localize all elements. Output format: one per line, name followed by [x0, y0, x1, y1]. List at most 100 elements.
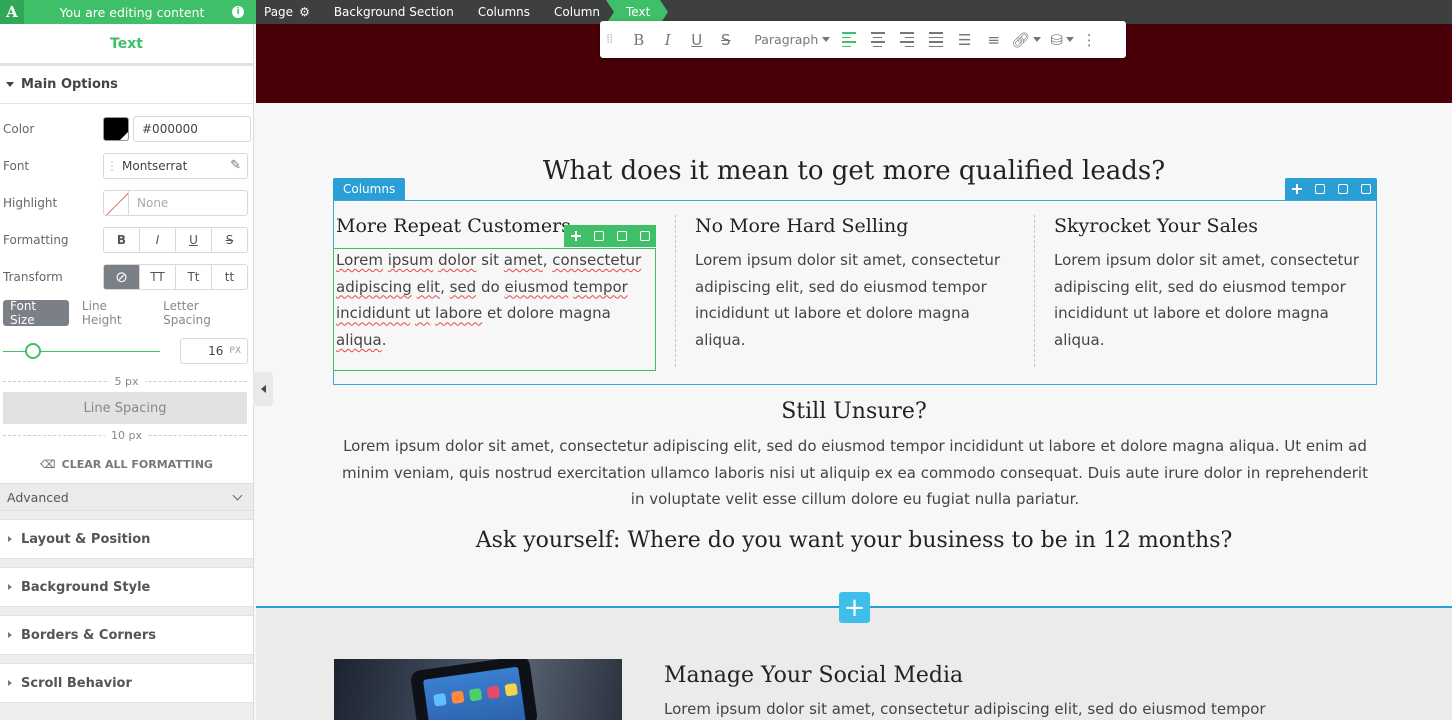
highlight-input[interactable]: None: [129, 189, 248, 216]
tab-letter-spacing[interactable]: Letter Spacing: [156, 299, 253, 327]
tab-font-size[interactable]: Font Size: [3, 299, 69, 327]
spacing-bottom[interactable]: 10 px: [0, 425, 253, 445]
italic-icon[interactable]: I: [653, 31, 682, 49]
formatting-label: Formatting: [3, 232, 69, 247]
info-icon[interactable]: i: [232, 6, 244, 18]
align-left-icon[interactable]: [834, 32, 863, 47]
underline-button[interactable]: U: [176, 227, 212, 252]
app-icon: [486, 685, 501, 700]
section-borders-corners[interactable]: Borders & Corners: [0, 615, 253, 655]
advanced-dropdown[interactable]: Advanced: [0, 483, 253, 511]
numbered-list-icon[interactable]: ≡: [979, 31, 1008, 49]
breadcrumb-columns[interactable]: Columns: [462, 0, 538, 24]
main-options-label: Main Options: [21, 77, 118, 92]
trash-icon[interactable]: [639, 231, 650, 241]
text-editor-toolbar: ⁞⁞ B I U S Paragraph ☰ ≡ 🔗︎ ⛁ ⋮: [600, 21, 1126, 58]
transform-capitalize-button[interactable]: Tt: [176, 264, 212, 289]
strikethrough-button[interactable]: S: [212, 227, 247, 252]
section-label: Layout & Position: [21, 531, 151, 547]
spacing-top[interactable]: 5 px: [0, 371, 253, 391]
bold-icon[interactable]: B: [624, 31, 653, 49]
font-size-unit: PX: [229, 346, 241, 356]
section-scroll-behavior[interactable]: Scroll Behavior: [0, 663, 253, 703]
formatting-buttons: B I U S: [103, 226, 248, 253]
save-icon[interactable]: [593, 231, 604, 241]
align-justify-icon[interactable]: [921, 32, 950, 47]
align-center-icon[interactable]: [863, 32, 892, 47]
transform-lowercase-button[interactable]: tt: [212, 264, 247, 289]
font-row: Font ⋮ Montserrat ✎: [0, 147, 253, 184]
underline-icon[interactable]: U: [682, 31, 711, 49]
size-tabs: Font Size Line Height Letter Spacing: [0, 295, 253, 331]
spacing-top-value: 5 px: [108, 374, 145, 388]
gear-icon[interactable]: ⚙: [299, 5, 310, 19]
column-heading: Skyrocket Your Sales: [1054, 215, 1258, 237]
column-3[interactable]: Skyrocket Your Sales Lorem ipsum dolor s…: [1054, 215, 1374, 354]
columns-label[interactable]: Columns: [333, 178, 406, 200]
tab-line-height[interactable]: Line Height: [75, 299, 154, 327]
app-logo[interactable]: A: [0, 0, 24, 24]
caret-right-icon: [8, 632, 12, 638]
align-right-icon[interactable]: [892, 32, 921, 47]
pencil-icon[interactable]: ✎: [230, 158, 241, 173]
main-options-header[interactable]: Main Options: [0, 66, 253, 104]
font-size-slider[interactable]: [3, 342, 160, 359]
still-unsure-body[interactable]: Lorem ipsum dolor sit amet, consectetur …: [333, 433, 1377, 513]
database-icon[interactable]: ⛁: [1044, 31, 1080, 49]
transform-none-button[interactable]: ⊘: [104, 264, 140, 289]
link-icon[interactable]: 🔗︎: [1008, 31, 1044, 49]
font-size-input[interactable]: 16 PX: [180, 338, 248, 364]
bullet-list-icon[interactable]: ☰: [950, 31, 979, 49]
column-2[interactable]: No More Hard Selling Lorem ipsum dolor s…: [695, 215, 1015, 354]
strikethrough-icon[interactable]: S: [711, 31, 740, 49]
save-icon[interactable]: [1314, 184, 1325, 194]
breadcrumb-background-section[interactable]: Background Section: [318, 0, 462, 24]
section-layout-position[interactable]: Layout & Position: [0, 519, 253, 559]
drag-handle-icon[interactable]: ⁞⁞: [606, 32, 613, 47]
highlight-label: Highlight: [3, 195, 58, 210]
breadcrumb-page[interactable]: Page ⚙: [256, 0, 318, 24]
text-tools: [564, 225, 656, 247]
column-body[interactable]: Lorem ipsum dolor sit amet, consectetur …: [1054, 247, 1374, 354]
panel-title: Text: [0, 24, 253, 66]
color-swatch[interactable]: [103, 116, 129, 141]
copy-icon[interactable]: [1337, 184, 1348, 194]
paragraph-dropdown[interactable]: Paragraph: [740, 32, 834, 47]
main-title: What does it mean to get more qualified …: [542, 156, 1166, 186]
phone-image[interactable]: [334, 659, 622, 720]
editing-label: You are editing content: [59, 4, 205, 20]
font-value: Montserrat: [122, 158, 188, 173]
ask-yourself-heading[interactable]: Ask yourself: Where do you want your bus…: [256, 528, 1452, 553]
add-section-button[interactable]: +: [839, 592, 870, 623]
social-media-heading[interactable]: Manage Your Social Media: [664, 663, 963, 688]
transform-buttons: ⊘ TT Tt tt: [103, 263, 248, 290]
column-body[interactable]: Lorem ipsum dolor sit amet, consectetur …: [695, 247, 1015, 354]
clear-formatting-button[interactable]: ⌫ CLEAR ALL FORMATTING: [0, 445, 253, 483]
column-heading: No More Hard Selling: [695, 215, 909, 237]
transform-uppercase-button[interactable]: TT: [140, 264, 176, 289]
move-icon[interactable]: [570, 231, 581, 241]
caret-right-icon: [8, 584, 12, 590]
copy-icon[interactable]: [616, 231, 627, 241]
highlight-swatch[interactable]: [103, 189, 129, 216]
slider-thumb[interactable]: [24, 342, 41, 359]
line-spacing-button[interactable]: Line Spacing: [3, 392, 247, 424]
breadcrumb-column[interactable]: Column: [538, 0, 608, 24]
clear-format-icon: ⌫: [40, 457, 56, 471]
color-input[interactable]: #000000: [133, 115, 251, 142]
active-text-frame[interactable]: [333, 248, 656, 371]
section-label: Borders & Corners: [21, 627, 157, 643]
bold-button[interactable]: B: [104, 227, 140, 252]
font-picker[interactable]: ⋮ Montserrat ✎: [103, 152, 248, 179]
still-unsure-heading[interactable]: Still Unsure?: [256, 399, 1452, 424]
formatting-row: Formatting B I U S: [0, 221, 253, 258]
trash-icon[interactable]: [1360, 184, 1371, 194]
italic-button[interactable]: I: [140, 227, 176, 252]
transform-row: Transform ⊘ TT Tt tt: [0, 258, 253, 295]
more-options-icon[interactable]: ⋮: [1080, 31, 1098, 49]
section-background-style[interactable]: Background Style: [0, 567, 253, 607]
caret-right-icon: [8, 680, 12, 686]
paragraph-label: Paragraph: [754, 32, 819, 47]
move-icon[interactable]: [1291, 184, 1302, 194]
social-media-body[interactable]: Lorem ipsum dolor sit amet, consectetur …: [664, 700, 1266, 718]
